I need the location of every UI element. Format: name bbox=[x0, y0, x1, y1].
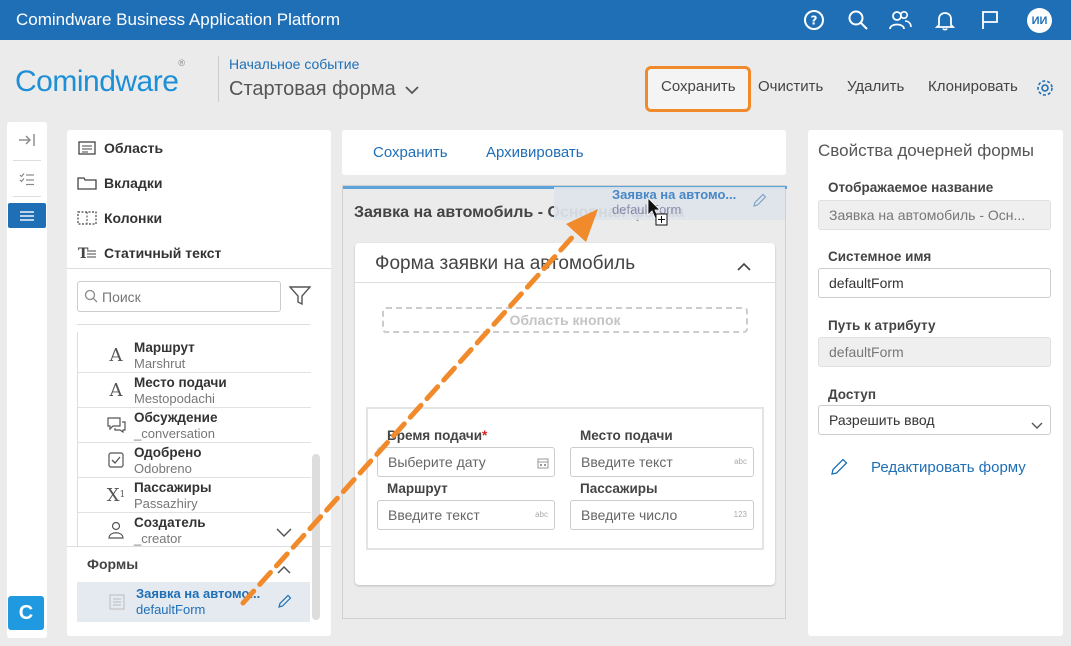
access-select[interactable]: Разрешить ввод bbox=[818, 405, 1051, 435]
form-canvas: Заявка на автомобиль - Основная форма За… bbox=[342, 185, 787, 619]
checklist-icon[interactable] bbox=[7, 166, 47, 192]
form-card[interactable]: Форма заявки на автомобиль Область кнопо… bbox=[355, 243, 775, 585]
list-item[interactable]: X1 Пассажиры Passazhiry bbox=[78, 478, 311, 513]
static-text-icon: T bbox=[77, 245, 97, 261]
user-icon bbox=[106, 519, 126, 541]
help-icon[interactable]: ? bbox=[802, 8, 826, 32]
pencil-icon bbox=[830, 458, 848, 480]
path-field: defaultForm bbox=[818, 337, 1051, 367]
page-header: Comindware® Начальное событие Стартовая … bbox=[0, 40, 1071, 120]
app-title: Comindware Business Application Platform bbox=[16, 10, 341, 29]
properties-title: Свойства дочерней формы bbox=[818, 141, 1035, 160]
gear-icon[interactable] bbox=[1035, 78, 1055, 101]
pencil-icon bbox=[752, 193, 767, 211]
checkbox-icon bbox=[106, 449, 126, 471]
form-toolbar: Сохранить Архивировать bbox=[342, 130, 786, 175]
passengers-input[interactable]: Введите число 123 bbox=[570, 500, 754, 530]
path-label: Путь к атрибуту bbox=[828, 318, 936, 333]
field-label-time: Время подачи* bbox=[387, 428, 488, 443]
button-area[interactable]: Область кнопок bbox=[382, 307, 748, 333]
toolbar-save-button[interactable]: Сохранить bbox=[373, 144, 448, 161]
access-label: Доступ bbox=[828, 387, 876, 402]
chevron-down-icon bbox=[1031, 417, 1043, 433]
attribute-list: A Маршрут Marshrut A Место подачи Mestop… bbox=[77, 332, 311, 548]
filter-icon[interactable] bbox=[288, 286, 312, 309]
area-icon bbox=[77, 140, 97, 156]
location-input[interactable]: Введите текст abc bbox=[570, 447, 754, 477]
chat-icon bbox=[106, 414, 126, 436]
form-icon bbox=[109, 594, 125, 613]
search-input[interactable]: Поиск bbox=[77, 281, 281, 312]
field-label-location: Место подачи bbox=[580, 428, 673, 443]
chevron-down-icon bbox=[405, 78, 419, 101]
header-divider bbox=[218, 56, 219, 102]
system-name-field[interactable]: defaultForm bbox=[818, 268, 1051, 298]
component-static-text[interactable]: T Статичный текст bbox=[77, 241, 221, 265]
drag-ghost: Заявка на автомо... defaultForm bbox=[554, 187, 785, 220]
list-item[interactable]: Обсуждение _conversation bbox=[78, 408, 311, 443]
text-icon: A bbox=[109, 344, 123, 366]
user-avatar[interactable]: ИИ bbox=[1027, 8, 1052, 33]
clone-button[interactable]: Клонировать bbox=[928, 78, 1018, 95]
search-icon bbox=[84, 289, 98, 306]
date-input[interactable]: Выберите дату bbox=[377, 447, 555, 477]
users-icon[interactable] bbox=[888, 8, 912, 32]
display-name-field[interactable]: Заявка на автомобиль - Осн... bbox=[818, 200, 1051, 230]
breadcrumb-event[interactable]: Начальное событие bbox=[229, 56, 359, 72]
archive-button[interactable]: Архивировать bbox=[486, 144, 584, 161]
field-label-passengers: Пассажиры bbox=[580, 481, 658, 496]
field-label-route: Маршрут bbox=[387, 481, 448, 496]
chevron-up-icon[interactable] bbox=[277, 561, 291, 577]
columns-icon bbox=[77, 210, 97, 226]
clear-button[interactable]: Очистить bbox=[758, 78, 823, 95]
number-icon: X1 bbox=[106, 484, 126, 506]
list-item[interactable]: Создатель _creator bbox=[78, 513, 311, 548]
chevron-up-icon[interactable] bbox=[737, 258, 751, 274]
svg-text:?: ? bbox=[811, 14, 818, 28]
bell-icon[interactable] bbox=[933, 8, 957, 32]
top-bar: Comindware Business Application Platform… bbox=[0, 0, 1071, 40]
page-title: Стартовая форма bbox=[229, 78, 396, 100]
component-columns[interactable]: Колонки bbox=[77, 206, 162, 230]
scrollbar[interactable] bbox=[311, 332, 320, 620]
flag-icon[interactable] bbox=[978, 8, 1002, 32]
list-item[interactable]: A Место подачи Mestopodachi bbox=[78, 373, 311, 408]
left-toolstrip bbox=[7, 122, 47, 638]
components-panel: Область Вкладки Колонки T Статичный текс… bbox=[67, 130, 331, 636]
form-list-item-selected[interactable]: Заявка на автомо... defaultForm bbox=[77, 582, 310, 622]
list-item[interactable]: Одобрено Odobreno bbox=[78, 443, 311, 478]
header-save-button[interactable]: Сохранить bbox=[661, 78, 736, 95]
component-area[interactable]: Область bbox=[77, 136, 163, 160]
chevron-down-icon[interactable] bbox=[276, 525, 292, 541]
search-icon[interactable] bbox=[846, 8, 870, 32]
list-item[interactable]: A Маршрут Marshrut bbox=[78, 338, 311, 373]
delete-button[interactable]: Удалить bbox=[847, 78, 904, 95]
properties-panel: Свойства дочерней формы Отображаемое наз… bbox=[808, 130, 1063, 636]
form-card-title: Форма заявки на автомобиль bbox=[375, 253, 636, 274]
collapse-icon[interactable] bbox=[7, 127, 47, 153]
fields-columns[interactable]: Время подачи* Выберите дату Место подачи… bbox=[366, 407, 764, 550]
component-tabs[interactable]: Вкладки bbox=[77, 171, 162, 195]
display-name-label: Отображаемое название bbox=[828, 180, 994, 195]
forms-section-header[interactable]: Формы bbox=[77, 548, 310, 582]
form-selector[interactable]: Стартовая форма bbox=[229, 78, 419, 101]
pencil-icon[interactable] bbox=[277, 594, 292, 612]
route-input[interactable]: Введите текст abc bbox=[377, 500, 555, 530]
tabs-icon bbox=[77, 175, 97, 191]
logo: Comindware® bbox=[15, 58, 185, 98]
app-badge[interactable]: C bbox=[8, 596, 44, 630]
system-name-label: Системное имя bbox=[828, 249, 932, 264]
calendar-icon[interactable] bbox=[537, 456, 549, 472]
text-icon: A bbox=[109, 379, 123, 401]
list-icon bbox=[7, 203, 47, 229]
